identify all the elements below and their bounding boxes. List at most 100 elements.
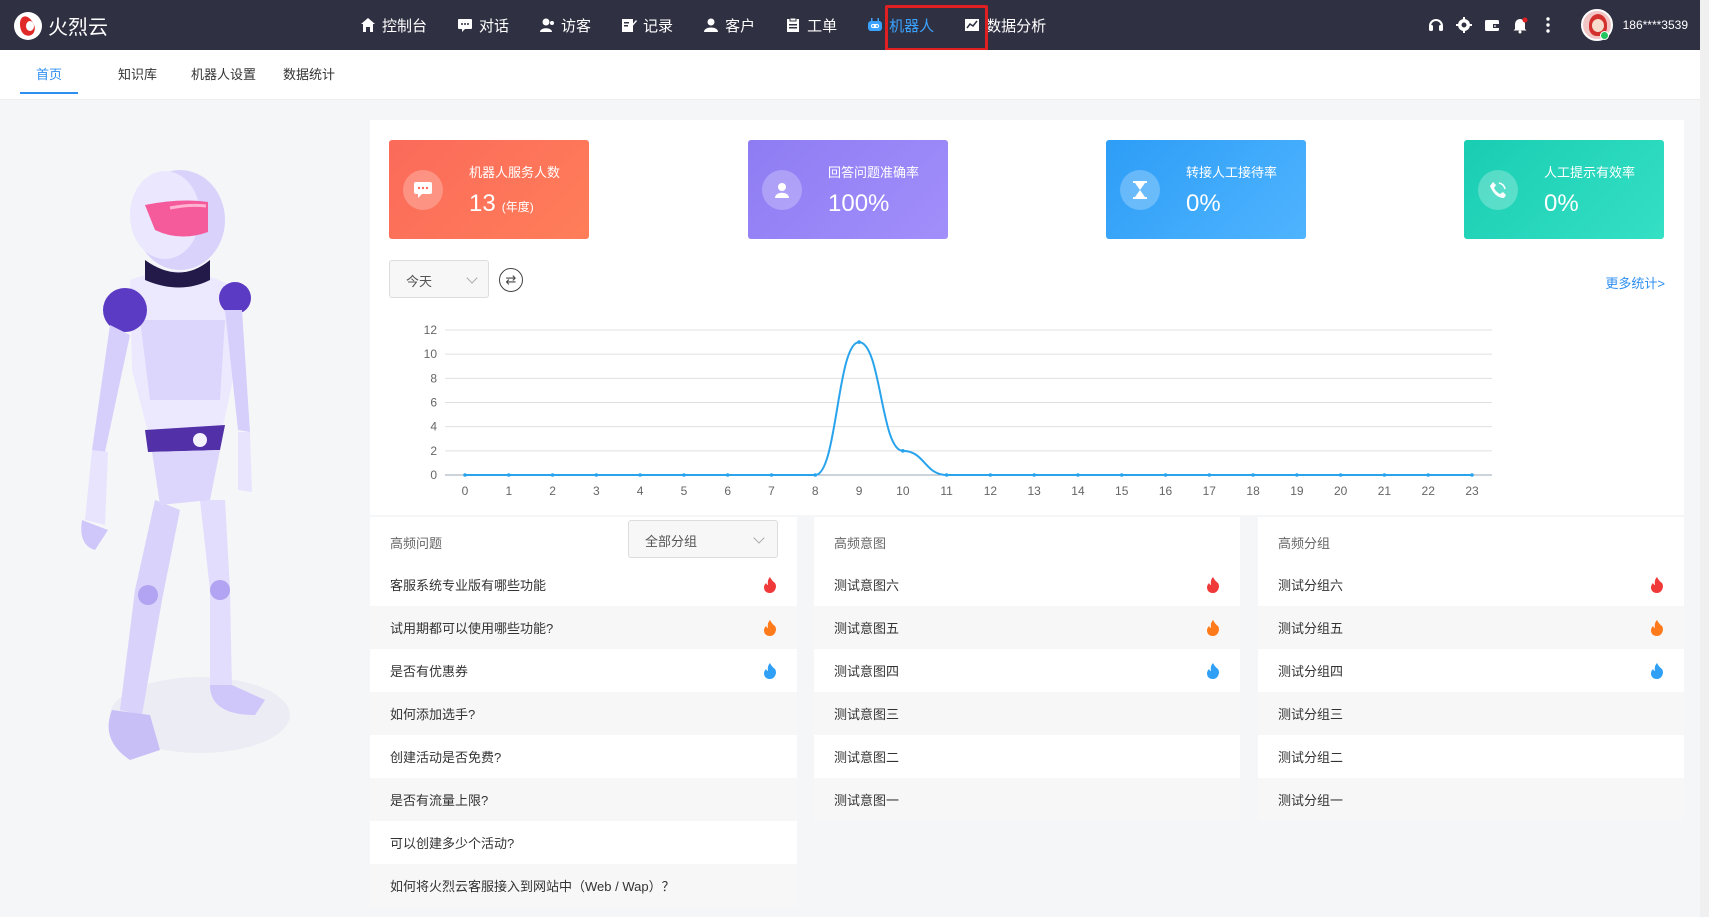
nav-label: 控制台 [382,17,428,35]
list-item[interactable]: 试用期都可以使用哪些功能? [370,606,797,649]
nav-item-visitor[interactable]: 访客 [539,0,591,50]
nav-item-customers[interactable]: 客户 [703,0,755,50]
more-stats-link[interactable]: 更多统计> [1605,273,1665,292]
flame-icon [1207,619,1219,636]
nav-label: 客户 [725,17,756,35]
list-header-title: 高频分组 [1278,536,1331,551]
list-item[interactable]: 测试意图四 [814,649,1240,692]
card-value: 100% [828,190,890,217]
flame-icon [1207,662,1219,679]
more-vertical-icon[interactable] [1539,16,1557,34]
x-tick-label: 4 [637,484,644,498]
data-point [1251,473,1255,477]
bell-icon[interactable] [1511,16,1529,34]
robot-icon [868,18,883,31]
list-item-text: 如何添加选手? [390,707,476,722]
list-item[interactable]: 测试分组二 [1258,735,1684,778]
data-point [1426,473,1431,477]
data-point [769,473,774,477]
data-point [506,473,511,477]
chat-bubble-icon [403,170,443,210]
list-item[interactable]: 如何将火烈云客服接入到网站中（Web / Wap）？ [370,864,797,907]
wallet-icon[interactable] [1483,16,1501,34]
data-point [813,473,818,477]
stat-card-answer-accuracy: 回答问题准确率 100% [748,140,948,239]
headset-icon[interactable] [1427,16,1445,34]
subnav-home[interactable]: 首页 [19,50,79,100]
list-item-text: 测试意图二 [834,750,900,765]
data-point [725,473,730,477]
y-tick-label: 4 [430,420,437,434]
data-point [1470,473,1474,477]
list-item-text: 如何将火烈云客服接入到网站中（Web / Wap）？ [390,879,675,894]
list-item-text: 测试意图一 [834,793,900,808]
top-navbar: 火烈云 控制台 对话 访客 记录 客户 工单 机器人 数据分析 186****3… [0,0,1700,51]
list-item[interactable]: 测试意图一 [814,778,1240,821]
list-item[interactable]: 测试分组五 [1258,606,1684,649]
data-point [1032,473,1036,477]
list-item-text: 测试意图四 [834,664,900,679]
subnav-robot-settings[interactable]: 机器人设置 [191,50,256,100]
top-groups-list: 高频分组 测试分组六 测试分组五 测试分组四 测试分组三 测试分组二 测试分组一 [1258,517,1684,821]
list-item[interactable]: 测试分组三 [1258,692,1684,735]
list-item[interactable]: 测试分组一 [1258,778,1684,821]
list-body: 测试意图六 测试意图五测试意图四测试意图三测试意图二测试意图一 [814,563,1240,821]
data-point [944,473,949,477]
x-tick-label: 9 [856,484,863,498]
list-item[interactable]: 测试分组六 [1258,563,1684,606]
ticket-icon [787,17,800,32]
y-tick-label: 2 [430,444,437,458]
flame-icon [1651,662,1663,679]
stat-card-hint-efficiency: 人工提示有效率 0% [1464,140,1664,239]
subnav-knowledge-base[interactable]: 知识库 [118,50,157,100]
x-tick-label: 2 [549,484,556,498]
user-name[interactable]: 186****3539 [1623,18,1688,32]
period-select-value: 今天 [406,274,433,289]
list-item[interactable]: 测试分组四 [1258,649,1684,692]
x-tick-label: 18 [1246,484,1260,498]
flame-icon [764,662,776,679]
x-tick-label: 7 [768,484,775,498]
list-header-title: 高频意图 [834,536,887,551]
gear-icon[interactable] [1455,16,1473,34]
list-item[interactable]: 是否有流量上限? [370,778,797,821]
subnav-statistics[interactable]: 数据统计 [283,50,335,100]
data-point [1207,473,1212,477]
page-scrollbar[interactable] [1700,0,1709,917]
stat-card-robot-served: 机器人服务人数 13 (年度) [389,140,589,239]
period-select[interactable]: 今天 [389,260,489,298]
data-point [988,473,993,477]
list-item[interactable]: 客服系统专业版有哪些功能 [370,563,797,606]
x-tick-label: 3 [593,484,600,498]
list-item[interactable]: 测试意图二 [814,735,1240,778]
data-point [1295,473,1299,477]
nav-item-chat[interactable]: 对话 [457,0,509,50]
y-tick-label: 0 [430,468,437,482]
user-icon [762,170,802,210]
list-item[interactable]: 创建活动是否免费? [370,735,797,778]
x-tick-label: 8 [812,484,819,498]
nav-item-records[interactable]: 记录 [621,0,673,50]
list-header-title: 高频问题 [390,536,443,551]
nav-label: 记录 [643,17,674,35]
nav-label: 对话 [479,17,510,35]
list-item[interactable]: 是否有优惠券 [370,649,797,692]
app-logo[interactable]: 火烈云 [14,11,108,40]
swap-icon[interactable]: ⇄ [499,268,523,292]
list-item-text: 创建活动是否免费? [390,750,502,765]
top-questions-list: 高频问题 全部分组 客服系统专业版有哪些功能 试用期都可以使用哪些功能? 是否有优惠… [370,517,797,907]
data-point [1163,473,1168,477]
list-item[interactable]: 如何添加选手? [370,692,797,735]
group-select[interactable]: 全部分组 [628,520,778,558]
nav-label: 工单 [807,17,838,35]
y-tick-label: 12 [424,323,438,337]
list-item[interactable]: 测试意图五 [814,606,1240,649]
nav-item-tickets[interactable]: 工单 [785,0,837,50]
list-item[interactable]: 可以创建多少个活动? [370,821,797,864]
stat-card-transfer-rate: 转接人工接待率 0% [1106,140,1306,239]
list-item[interactable]: 测试意图三 [814,692,1240,735]
x-tick-label: 15 [1115,484,1129,498]
list-item-text: 是否有优惠券 [390,664,469,679]
nav-item-dashboard[interactable]: 控制台 [360,0,427,50]
list-item[interactable]: 测试意图六 [814,563,1240,606]
